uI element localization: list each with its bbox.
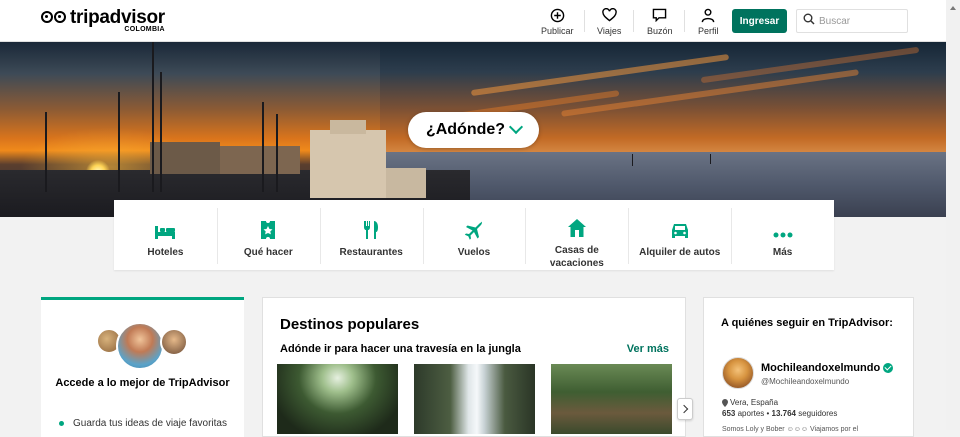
- category-mas[interactable]: Más: [731, 200, 834, 270]
- join-card: Accede a lo mejor de TripAdvisor Guarda …: [41, 297, 244, 437]
- destination-thumbnail[interactable]: [277, 364, 398, 434]
- category-label: Vuelos: [457, 247, 491, 258]
- where-to-label: ¿Adónde?: [425, 121, 506, 138]
- heart-icon: [601, 7, 617, 23]
- scroll-up-icon[interactable]: [950, 6, 956, 10]
- destination-thumbnail[interactable]: [551, 364, 672, 434]
- plus-circle-icon: [550, 7, 565, 23]
- category-label: Restaurantes: [339, 247, 403, 258]
- popular-destinations-card: Destinos populares Adónde ir para hacer …: [262, 297, 686, 437]
- category-label: Más: [772, 247, 793, 258]
- category-que-hacer[interactable]: Qué hacer: [216, 200, 320, 270]
- tripadvisor-logo[interactable]: tripadvisor COLOMBIA: [41, 8, 165, 33]
- follow-title: A quiénes seguir en TripAdvisor:: [721, 317, 893, 329]
- logo-name: tripadvisor: [70, 7, 165, 28]
- category-hoteles[interactable]: Hoteles: [114, 200, 217, 270]
- nav-label: Perfil: [698, 26, 719, 36]
- category-label: Hoteles: [147, 247, 184, 258]
- category-restaurantes[interactable]: Restaurantes: [319, 200, 423, 270]
- user-stats: 653 aportes • 13.764 seguidores: [722, 409, 838, 418]
- page-scrollbar[interactable]: [946, 0, 960, 430]
- see-more-link[interactable]: Ver más: [627, 343, 669, 355]
- user-icon: [701, 7, 715, 23]
- avatar[interactable]: [722, 357, 754, 389]
- bed-icon: [154, 218, 176, 240]
- category-bar: Hoteles Qué hacer Restaurantes Vuelos Ca…: [114, 200, 834, 270]
- dots-icon: [773, 218, 793, 240]
- avatar: [116, 322, 164, 370]
- join-card-title: Accede a lo mejor de TripAdvisor: [55, 377, 230, 389]
- join-card-bullet: Guarda tus ideas de viaje favoritas: [59, 418, 227, 429]
- destination-thumbnail[interactable]: [414, 364, 535, 434]
- top-header: tripadvisor COLOMBIA Publicar Viajes Buz…: [0, 0, 960, 42]
- nav-publicar[interactable]: Publicar: [541, 7, 574, 36]
- category-casas-de-vacaciones[interactable]: Casas de vacaciones: [525, 200, 628, 270]
- nav-viajes[interactable]: Viajes: [597, 7, 621, 36]
- chevron-right-icon: [679, 404, 689, 414]
- category-vuelos[interactable]: Vuelos: [422, 200, 526, 270]
- nav-label: Viajes: [597, 26, 622, 36]
- login-button[interactable]: Ingresar: [732, 9, 787, 33]
- user-name-text: Mochileandoxelmundo: [761, 362, 881, 374]
- user-location-text: Vera, España: [730, 398, 779, 407]
- section-subtitle: Adónde ir para hacer una travesía en la …: [280, 343, 521, 355]
- fork-knife-icon: [363, 218, 379, 240]
- search-input[interactable]: [819, 15, 899, 27]
- where-to-button[interactable]: ¿Adónde?: [408, 112, 539, 148]
- avatar: [160, 328, 188, 356]
- chevron-down-icon: [508, 119, 524, 135]
- nav-label: Publicar: [541, 26, 574, 36]
- nav-buzon[interactable]: Buzón: [647, 7, 673, 36]
- category-label: Alquiler de autos: [639, 247, 721, 258]
- verified-icon: [883, 363, 894, 373]
- followers-count: 13.764: [771, 409, 796, 418]
- car-icon: [670, 218, 690, 240]
- owl-logo-icon: [41, 10, 67, 26]
- plane-icon: [464, 218, 484, 240]
- ticket-icon: [260, 218, 276, 240]
- nav-perfil[interactable]: Perfil: [698, 7, 719, 36]
- followers-label: seguidores: [798, 409, 838, 418]
- message-icon: [652, 7, 667, 23]
- location-pin-icon: [722, 398, 728, 407]
- search-box[interactable]: [796, 9, 908, 33]
- user-location: Vera, España: [722, 398, 778, 407]
- user-handle: @Mochileandoxelmundo: [761, 377, 850, 386]
- category-alquiler-de-autos[interactable]: Alquiler de autos: [628, 200, 731, 270]
- avatar-group: [96, 322, 191, 370]
- search-icon: [803, 12, 815, 30]
- section-title: Destinos populares: [280, 316, 420, 333]
- carousel-next-button[interactable]: [677, 398, 693, 420]
- nav-label: Buzón: [647, 26, 673, 36]
- category-label: Casas de vacaciones: [549, 245, 604, 269]
- category-label: Qué hacer: [243, 247, 293, 258]
- contributions-label: aportes: [737, 409, 765, 418]
- house-icon: [567, 218, 587, 238]
- who-to-follow-card: A quiénes seguir en TripAdvisor: Mochile…: [703, 297, 914, 437]
- user-name[interactable]: Mochileandoxelmundo: [761, 362, 894, 374]
- contributions-count: 653: [722, 409, 736, 418]
